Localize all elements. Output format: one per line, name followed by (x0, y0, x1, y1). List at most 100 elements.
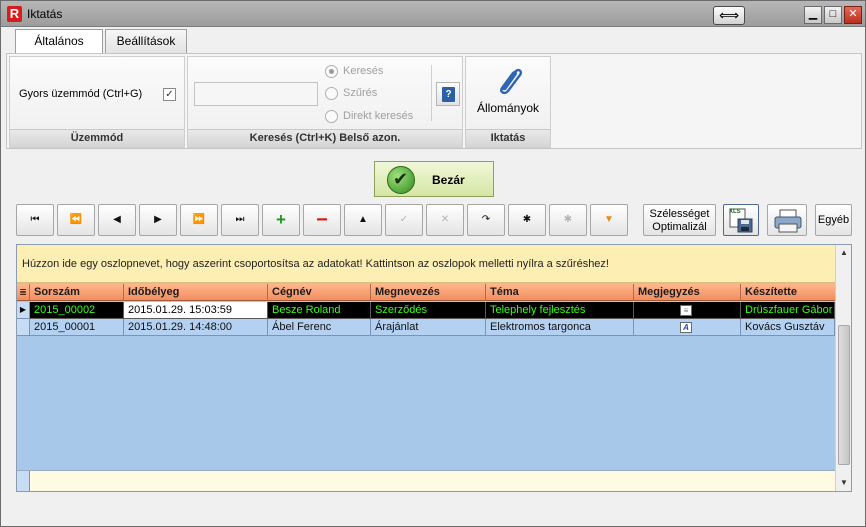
quick-mode-checkbox[interactable]: ✓ (163, 88, 176, 101)
checkmark-icon (387, 166, 415, 194)
prev-record-icon: ◀ (113, 214, 121, 225)
data-grid[interactable]: Húzzon ide egy oszlopnevet, hogy aszerin… (16, 244, 852, 492)
column-header-idobelyeg[interactable]: Időbélyeg (124, 284, 268, 301)
search-group-label: Keresés (Ctrl+K) Belső azon. (188, 129, 462, 147)
tab-settings[interactable]: Beállítások (105, 29, 187, 53)
goto-bookmark-icon: ✱ (563, 214, 573, 225)
grid-footer-row (17, 470, 835, 491)
edit-record-icon: ▲ (358, 214, 368, 225)
table-row[interactable]: ▶ 2015_00002 2015.01.29. 15:03:59 Besze … (17, 302, 835, 319)
column-header-sorszam[interactable]: Sorszám (30, 284, 124, 301)
cell-cegnev[interactable]: Besze Roland (268, 302, 371, 319)
maximize-button[interactable]: □ (824, 6, 842, 24)
refresh-button[interactable]: ↷ (467, 204, 505, 236)
cell-tema[interactable]: Telephely fejlesztés (486, 302, 634, 319)
cell-keszitette[interactable]: Drüszfauer Gábor (741, 302, 835, 319)
last-record-icon: ⏭ (235, 214, 245, 225)
note-icon: ≡ (680, 305, 692, 316)
cell-megjegyzes[interactable]: A (634, 319, 741, 336)
window-title: Iktatás (27, 7, 63, 21)
optimize-width-button[interactable]: Szélességet Optimalizál (643, 204, 716, 236)
first-record-icon: ⏮ (30, 214, 40, 225)
attachments-button[interactable]: Állományok (466, 57, 550, 129)
cell-sorszam[interactable]: 2015_00001 (30, 319, 124, 336)
resize-horizontal-icon[interactable]: ⟺ (713, 6, 745, 25)
scroll-up-icon[interactable]: ▲ (836, 245, 851, 261)
filter-icon: ▼ (604, 214, 614, 225)
post-record-button[interactable]: ✓ (385, 204, 423, 236)
radio-direct-search-label: Direkt keresés (343, 110, 414, 122)
cancel-edit-icon: ✕ (440, 214, 450, 225)
xls-icon-text: XLS (729, 209, 741, 215)
tab-general[interactable]: Általános (15, 29, 103, 54)
next-page-icon: ⏩ (192, 214, 206, 225)
next-record-icon: ▶ (154, 214, 162, 225)
prev-page-button[interactable]: ⏪ (57, 204, 95, 236)
search-input[interactable] (194, 82, 318, 106)
other-button[interactable]: Egyéb (815, 204, 852, 236)
optimize-width-label: Szélességet Optimalizál (649, 208, 710, 233)
last-record-button[interactable]: ⏭ (221, 204, 259, 236)
delete-record-button[interactable]: − (303, 204, 341, 236)
mode-group-label: Üzemmód (10, 129, 184, 147)
search-help-button[interactable]: ? (436, 82, 460, 106)
cell-megjegyzes[interactable]: ≡ (634, 302, 741, 319)
close-button[interactable]: Bezár (374, 161, 494, 197)
export-xls-button[interactable]: XLS (723, 204, 759, 236)
add-record-icon: + (276, 210, 286, 229)
prev-page-icon: ⏪ (69, 214, 83, 225)
scrollbar-thumb[interactable] (838, 325, 850, 465)
close-window-button[interactable]: ✕ (844, 6, 862, 24)
table-row[interactable]: 2015_00001 2015.01.29. 14:48:00 Ábel Fer… (17, 319, 835, 336)
text-note-icon: A (680, 322, 692, 333)
refresh-icon: ↷ (481, 214, 491, 225)
column-header-megnevezes[interactable]: Megnevezés (371, 284, 486, 301)
title-bar[interactable]: R Iktatás ⟺ ▁ □ ✕ (1, 1, 865, 27)
minimize-button[interactable]: ▁ (804, 6, 822, 24)
cell-megnevezes[interactable]: Árajánlat (371, 319, 486, 336)
app-logo-icon: R (7, 6, 22, 22)
cell-idobelyeg[interactable]: 2015.01.29. 14:48:00 (124, 319, 268, 336)
next-page-button[interactable]: ⏩ (180, 204, 218, 236)
group-by-panel[interactable]: Húzzon ide egy oszlopnevet, hogy aszerin… (17, 245, 835, 283)
column-header-tema[interactable]: Téma (486, 284, 634, 301)
cell-idobelyeg[interactable]: 2015.01.29. 15:03:59 (124, 302, 268, 319)
edit-record-button[interactable]: ▲ (344, 204, 382, 236)
close-button-label: Bezár (432, 173, 465, 187)
search-group-divider (431, 65, 432, 121)
column-header-megjegyzes[interactable]: Megjegyzés (634, 284, 741, 301)
cell-sorszam[interactable]: 2015_00002 (30, 302, 124, 319)
search-group: Keresés Szűrés Direkt keresés ? Keresés … (187, 56, 463, 148)
help-book-icon: ? (442, 87, 455, 102)
cancel-edit-button[interactable]: ✕ (426, 204, 464, 236)
first-record-button[interactable]: ⏮ (16, 204, 54, 236)
bookmark-icon: ✱ (522, 214, 532, 225)
grid-header-row: ≣ Sorszám Időbélyeg Cégnév Megnevezés Té… (17, 284, 835, 301)
add-record-button[interactable]: + (262, 204, 300, 236)
bookmark-button[interactable]: ✱ (508, 204, 546, 236)
column-chooser-icon[interactable]: ≣ (17, 284, 30, 301)
print-button[interactable] (767, 204, 807, 236)
column-header-cegnev[interactable]: Cégnév (268, 284, 371, 301)
row-indicator (17, 319, 30, 336)
goto-bookmark-button[interactable]: ✱ (549, 204, 587, 236)
radio-filter-label: Szűrés (343, 87, 378, 99)
app-window: R Iktatás ⟺ ▁ □ ✕ Általános Beállítások … (0, 0, 866, 527)
cell-keszitette[interactable]: Kovács Gusztáv (741, 319, 835, 336)
vertical-scrollbar[interactable]: ▲ ▼ (835, 245, 851, 491)
scroll-down-icon[interactable]: ▼ (836, 475, 851, 491)
prev-record-button[interactable]: ◀ (98, 204, 136, 236)
radio-filter[interactable] (325, 87, 338, 100)
column-header-keszitette[interactable]: Készítette (741, 284, 835, 301)
cell-cegnev[interactable]: Ábel Ferenc (268, 319, 371, 336)
next-record-button[interactable]: ▶ (139, 204, 177, 236)
radio-search-label: Keresés (343, 65, 384, 77)
radio-direct-search[interactable] (325, 110, 338, 123)
filing-group: Állományok Iktatás (465, 56, 551, 148)
mode-group: Gyors üzemmód (Ctrl+G) ✓ Üzemmód (9, 56, 185, 148)
cell-tema[interactable]: Elektromos targonca (486, 319, 634, 336)
cell-megnevezes[interactable]: Szerződés (371, 302, 486, 319)
radio-search[interactable] (325, 65, 338, 78)
filter-button[interactable]: ▼ (590, 204, 628, 236)
quick-mode-label: Gyors üzemmód (Ctrl+G) (19, 88, 143, 100)
